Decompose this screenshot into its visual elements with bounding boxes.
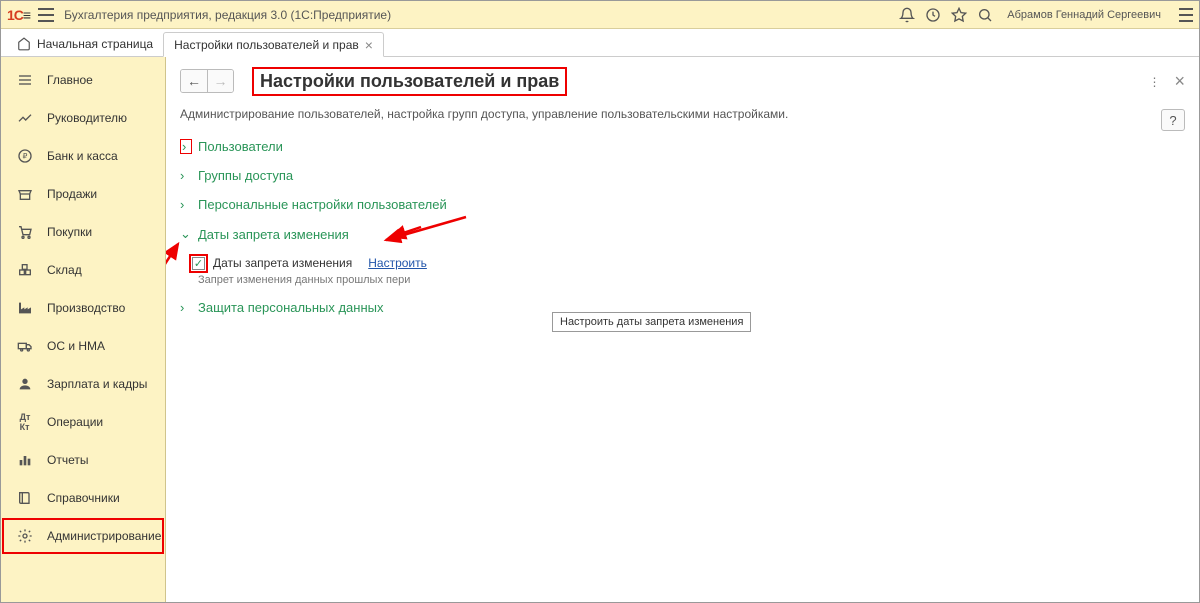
sidebar-item-production[interactable]: Производство [1, 289, 165, 327]
history-icon[interactable] [925, 7, 941, 23]
section-users[interactable]: › Пользователи [180, 139, 1185, 154]
kebab-icon[interactable]: ⋮ [1146, 74, 1162, 90]
sidebar-item-operations[interactable]: ДтКт Операции [1, 403, 165, 441]
page-description: Администрирование пользователей, настрой… [180, 107, 1185, 121]
top-bar: 1C≡ Бухгалтерия предприятия, редакция 3.… [1, 1, 1199, 29]
sidebar-item-assets[interactable]: ОС и НМА [1, 327, 165, 365]
section-personal[interactable]: › Персональные настройки пользователей [180, 197, 1185, 212]
nav-buttons: ← → [180, 69, 234, 93]
app-title: Бухгалтерия предприятия, редакция 3.0 (1… [64, 8, 391, 22]
chevron-right-icon: › [180, 168, 192, 183]
chevron-down-icon: ⌄ [180, 226, 192, 242]
gear-icon [17, 528, 33, 544]
svg-text:₽: ₽ [23, 152, 28, 161]
configure-link[interactable]: Настроить [368, 256, 427, 270]
person-icon [17, 376, 33, 392]
bar-chart-icon [17, 452, 33, 468]
section-dates[interactable]: ⌄ Даты запрета изменения [180, 226, 1185, 242]
shop-icon [17, 186, 33, 202]
bell-icon[interactable] [899, 7, 915, 23]
book-icon [17, 490, 33, 506]
chevron-right-icon: › [180, 300, 192, 315]
sidebar-item-administration[interactable]: Администрирование [1, 517, 165, 555]
sidebar-item-bank[interactable]: ₽ Банк и касса [1, 137, 165, 175]
page-close-icon[interactable]: × [1174, 71, 1185, 92]
ruble-icon: ₽ [17, 148, 33, 164]
factory-icon [17, 300, 33, 316]
nav-back-button[interactable]: ← [181, 70, 207, 92]
star-icon[interactable] [951, 7, 967, 23]
section-groups[interactable]: › Группы доступа [180, 168, 1185, 183]
configure-tooltip: Настроить даты запрета изменения [552, 312, 751, 332]
dates-description: Запрет изменения данных прошлых пери [198, 274, 1185, 286]
tab-home-label: Начальная страница [37, 37, 153, 51]
dates-checkbox[interactable]: ✓ [192, 257, 205, 270]
dates-checkbox-label: Даты запрета изменения [213, 256, 352, 270]
sidebar-item-directories[interactable]: Справочники [1, 479, 165, 517]
tabs-bar: Начальная страница Настройки пользовател… [1, 29, 1199, 57]
truck-icon [17, 338, 33, 354]
chevron-right-icon: › [180, 197, 192, 212]
tab-active[interactable]: Настройки пользователей и прав × [163, 32, 384, 57]
page-title: Настройки пользователей и прав [256, 71, 563, 92]
sidebar-item-main[interactable]: Главное [1, 61, 165, 99]
operations-icon: ДтКт [17, 414, 33, 430]
sidebar-item-purchases[interactable]: Покупки [1, 213, 165, 251]
sidebar-item-reports[interactable]: Отчеты [1, 441, 165, 479]
sidebar-item-warehouse[interactable]: Склад [1, 251, 165, 289]
tab-close-icon[interactable]: × [365, 38, 373, 52]
dates-subsection: ✓ Даты запрета изменения Настроить Запре… [186, 256, 1185, 286]
cart-icon [17, 224, 33, 240]
tab-home[interactable]: Начальная страница [7, 32, 163, 56]
help-button[interactable]: ? [1161, 109, 1185, 131]
menu-toggle-icon[interactable] [38, 8, 54, 22]
tab-active-label: Настройки пользователей и прав [174, 38, 359, 52]
sidebar-item-sales[interactable]: Продажи [1, 175, 165, 213]
panel-toggle-icon[interactable] [1179, 8, 1193, 22]
sidebar-item-manager[interactable]: Руководителю [1, 99, 165, 137]
sidebar: Главное Руководителю ₽ Банк и касса Прод… [1, 57, 166, 602]
sidebar-item-salary[interactable]: Зарплата и кадры [1, 365, 165, 403]
chart-line-icon [17, 110, 33, 126]
search-icon[interactable] [977, 7, 993, 23]
logo-1c: 1C≡ [7, 7, 30, 23]
content-area: ← → Настройки пользователей и прав ⋮ × А… [166, 57, 1199, 602]
nav-forward-button[interactable]: → [207, 70, 233, 92]
user-name[interactable]: Абрамов Геннадий Сергеевич [1007, 9, 1161, 21]
chevron-right-icon: › [180, 139, 192, 154]
menu-icon [17, 72, 33, 88]
boxes-icon [17, 262, 33, 278]
topbar-actions: Абрамов Геннадий Сергеевич [899, 7, 1193, 23]
